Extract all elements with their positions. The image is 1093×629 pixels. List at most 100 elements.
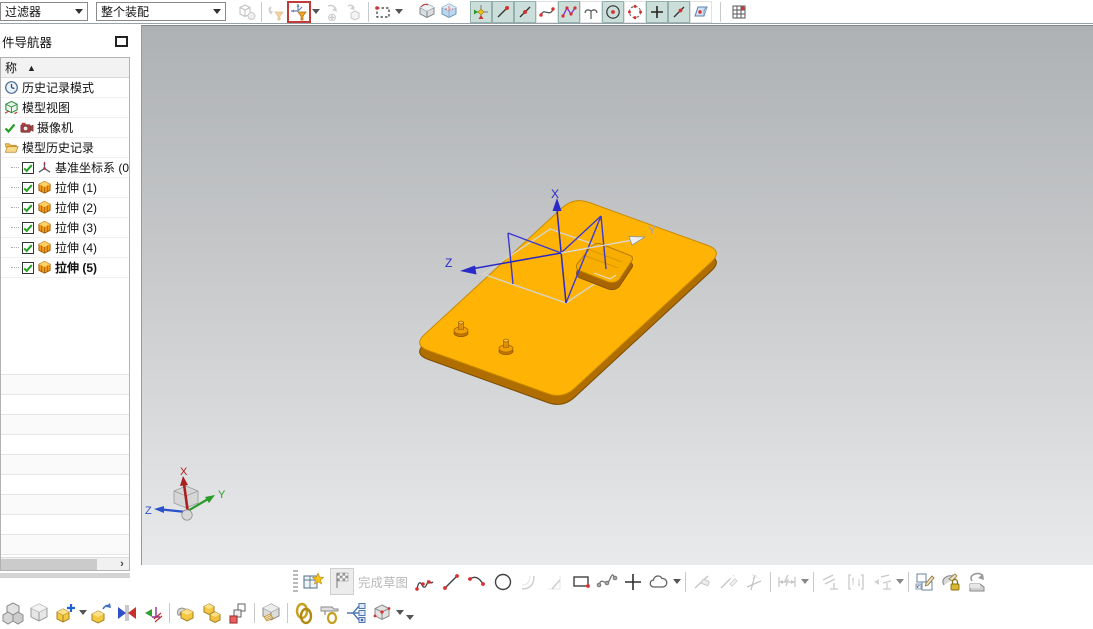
scrollbar-thumb[interactable] (1, 558, 97, 570)
control-point-snap-icon[interactable] (536, 0, 558, 23)
end-point-snap-icon[interactable] (492, 0, 514, 23)
snap-point-filter-icon[interactable] (287, 0, 311, 23)
edit-defining-section-icon[interactable] (912, 569, 938, 595)
tree-item-cameras[interactable]: 摄像机 (1, 118, 129, 138)
quadrant-snap-icon[interactable] (624, 0, 646, 23)
circle-icon[interactable] (490, 569, 516, 595)
chamfer-icon[interactable] (542, 569, 568, 595)
chevron-down-icon[interactable] (394, 1, 404, 23)
component-cube-icon[interactable] (26, 600, 52, 626)
redo-filter-icon[interactable] (321, 1, 343, 23)
chevron-down-icon[interactable] (405, 607, 415, 629)
checkbox-checked[interactable] (22, 201, 34, 214)
scope-dropdown[interactable]: 整个装配 (96, 2, 226, 21)
toolbar-drag-handle[interactable] (293, 569, 298, 594)
point-on-curve-snap-icon[interactable] (668, 0, 690, 23)
exploded-views-icon[interactable] (258, 600, 284, 626)
wave-geometry-linker-icon[interactable] (173, 600, 199, 626)
show-degrees-of-freedom-icon[interactable] (140, 600, 166, 626)
enable-snap-point-icon[interactable] (470, 0, 492, 23)
checkbox-checked[interactable] (22, 241, 34, 254)
line-icon[interactable] (438, 569, 464, 595)
make-corner-icon[interactable] (741, 569, 767, 595)
assemblies-icon[interactable] (0, 600, 26, 626)
grid-point-snap-icon[interactable] (728, 1, 750, 23)
auto-constrain-icon[interactable] (843, 569, 869, 595)
fillet-icon[interactable] (516, 569, 542, 595)
tree-item-extrude-2[interactable]: 拉伸 (2) (1, 198, 129, 218)
point-icon[interactable] (620, 569, 646, 595)
mirror-assembly-icon[interactable] (225, 600, 251, 626)
chevron-down-icon[interactable] (311, 1, 321, 23)
sketch-in-task-icon[interactable] (300, 569, 326, 595)
chevron-down-icon[interactable] (800, 571, 810, 593)
shaded-cube-icon[interactable] (416, 1, 438, 23)
scroll-right-icon[interactable]: › (115, 558, 129, 570)
checkbox-checked[interactable] (22, 161, 34, 174)
offset-curve-icon[interactable] (646, 569, 672, 595)
tree-item-extrude-1[interactable]: 拉伸 (1) (1, 178, 129, 198)
mid-point-snap-icon[interactable] (514, 0, 536, 23)
name-column-header[interactable]: 称 ▲ (1, 58, 129, 78)
tree-item-history-mode[interactable]: 历史记录模式 (1, 78, 129, 98)
chevron-down-icon[interactable] (895, 571, 905, 593)
rectangle-icon[interactable] (568, 569, 594, 595)
sort-ascending-icon[interactable]: ▲ (27, 63, 36, 73)
tree-item-datum-csys[interactable]: 基准坐标系 (0 (1, 158, 129, 178)
intersection-snap-icon[interactable] (558, 0, 580, 23)
tool-ring-icon[interactable] (317, 600, 343, 626)
quick-trim-icon[interactable] (689, 569, 715, 595)
navigator-horizontal-scrollbar[interactable]: › (1, 557, 129, 570)
reference-set-icon[interactable] (369, 600, 395, 626)
checkbox-checked[interactable] (22, 181, 34, 194)
chevron-down-icon[interactable] (672, 571, 682, 593)
quick-extend-icon[interactable] (715, 569, 741, 595)
existing-point-snap-icon[interactable] (646, 0, 668, 23)
finish-sketch-button[interactable]: 完成草图 (330, 568, 408, 595)
tree-item-extrude-3[interactable]: 拉伸 (3) (1, 218, 129, 238)
assembly-constraints-icon[interactable] (114, 600, 140, 626)
camera-icon (20, 122, 34, 133)
update-model-icon[interactable] (964, 569, 990, 595)
circle-center-snap-icon[interactable] (602, 0, 624, 23)
graphics-viewport[interactable]: X Z Y X Y Z (141, 25, 1093, 565)
point-on-face-snap-icon[interactable] (690, 0, 712, 23)
move-component-icon[interactable] (88, 600, 114, 626)
tree-item-extrude-4[interactable]: 拉伸 (4) (1, 238, 129, 258)
tree-item-extrude-5[interactable]: 拉伸 (5) (1, 258, 129, 278)
studio-spline-icon[interactable] (594, 569, 620, 595)
clock-icon (5, 81, 18, 94)
pattern-component-icon[interactable] (199, 600, 225, 626)
checkbox-checked[interactable] (22, 261, 34, 274)
triad-origin-sphere (181, 509, 193, 521)
geometric-constraint-icon[interactable] (817, 569, 843, 595)
add-component-icon[interactable] (52, 600, 78, 626)
triad-z-arrow (161, 508, 187, 514)
remember-constraints-icon[interactable] (291, 600, 317, 626)
checkbox-checked[interactable] (22, 221, 34, 234)
find-component-icon[interactable] (236, 1, 258, 23)
navigator-tree: 称 ▲ 历史记录模式 模型视图 摄像机 模型历史记录 基准坐标系 (0 拉伸 (… (0, 57, 130, 571)
rapid-dimension-icon[interactable] (774, 569, 800, 595)
tree-item-model-views[interactable]: 模型视图 (1, 98, 129, 118)
profile-icon[interactable] (412, 569, 438, 595)
chevron-down-icon[interactable] (78, 602, 88, 624)
tangent-snap-icon[interactable] (580, 0, 602, 23)
panel-resize-bar[interactable] (0, 573, 130, 578)
previous-selection-filter-icon[interactable] (265, 1, 287, 23)
tree-item-label: 模型历史记录 (22, 141, 95, 155)
tree-item-label: 拉伸 (2) (55, 201, 98, 215)
chevron-down-icon[interactable] (395, 602, 405, 624)
rectangle-select-icon[interactable] (372, 1, 394, 23)
translucent-cube-icon[interactable] (438, 1, 460, 23)
tree-item-model-history[interactable]: 模型历史记录 (1, 138, 129, 158)
selection-filter-dropdown[interactable]: 过滤器 (0, 2, 88, 21)
separator (720, 1, 721, 22)
assembly-sequence-icon[interactable] (343, 600, 369, 626)
display-constraints-icon[interactable] (869, 569, 895, 595)
float-window-icon[interactable] (115, 35, 128, 47)
delayed-update-lock-icon[interactable] (938, 569, 964, 595)
separator (908, 571, 910, 592)
arc-icon[interactable] (464, 569, 490, 595)
copy-to-component-icon[interactable] (343, 1, 365, 23)
